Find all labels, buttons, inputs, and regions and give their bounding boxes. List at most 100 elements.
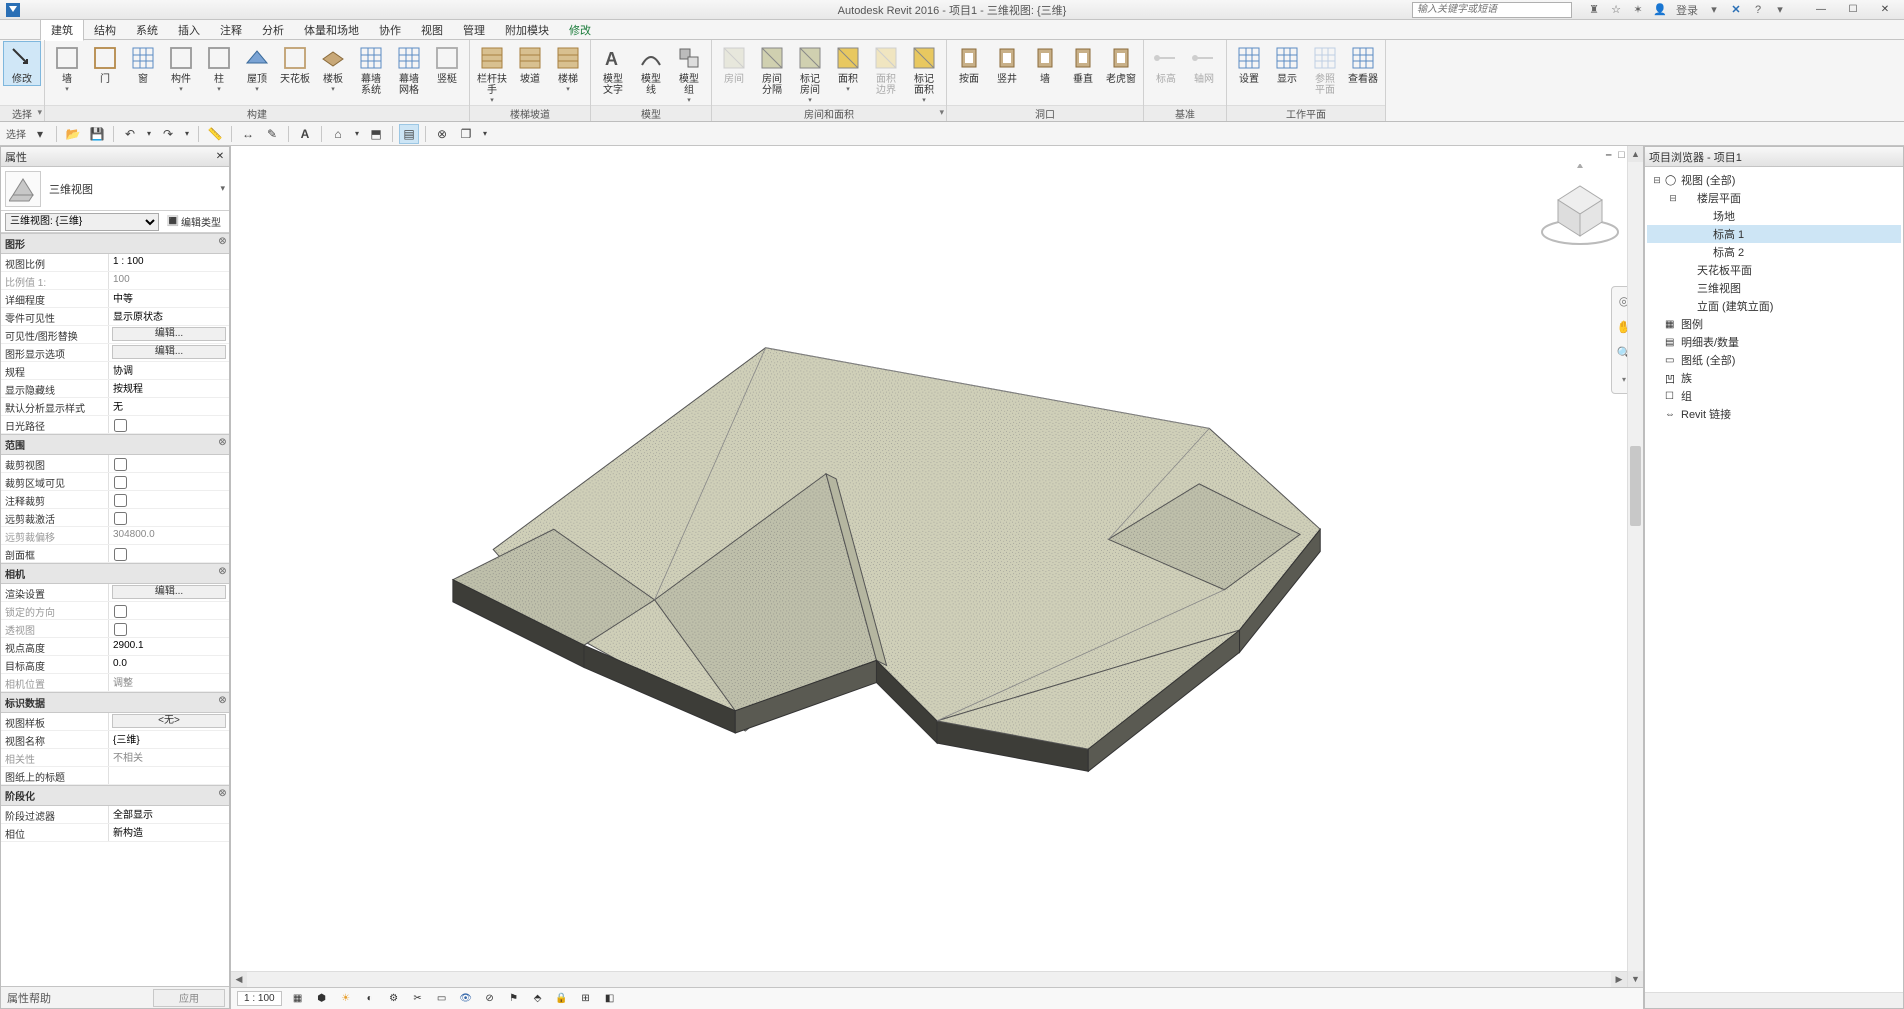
prop-checkbox[interactable] — [114, 494, 127, 507]
open-icon[interactable]: 📂 — [63, 124, 83, 144]
instance-selector[interactable]: 三维视图: {三维} — [5, 213, 159, 231]
ribbon-栏杆扶手-button[interactable]: 栏杆扶手▾ — [474, 42, 510, 104]
help-icon[interactable]: ? — [1748, 2, 1768, 18]
tree-node[interactable]: ⇔ Revit 链接 — [1647, 405, 1901, 423]
ribbon-幕墙-系统-button[interactable]: 幕墙 系统 — [353, 42, 389, 96]
tab-view[interactable]: 视图 — [411, 20, 453, 40]
select-dropdown-icon[interactable]: ▾ — [30, 124, 50, 144]
prop-value-input[interactable] — [112, 768, 226, 781]
tab-addins[interactable]: 附加模块 — [495, 20, 559, 40]
prop-value-input[interactable] — [112, 309, 226, 322]
analytical-icon[interactable]: ⊞ — [578, 991, 594, 1007]
prop-category[interactable]: 图形⮾ — [1, 233, 229, 254]
section-icon[interactable]: ⬒ — [366, 124, 386, 144]
prop-checkbox[interactable] — [114, 476, 127, 489]
ribbon-标记-面积-button[interactable]: 标记 面积▾ — [906, 42, 942, 104]
star-icon[interactable]: ☆ — [1606, 2, 1626, 18]
exchange-icon[interactable]: ✶ — [1628, 2, 1648, 18]
prop-category[interactable]: 阶段化⮾ — [1, 785, 229, 806]
help-search-input[interactable] — [1412, 2, 1572, 18]
ribbon-标高-button[interactable]: 标高 — [1148, 42, 1184, 85]
ribbon-门-button[interactable]: 门 — [87, 42, 123, 85]
ribbon-修改-button[interactable]: 修改 — [4, 42, 40, 85]
tree-node[interactable]: 标高 2 — [1647, 243, 1901, 261]
tree-node[interactable]: 天花板平面 — [1647, 261, 1901, 279]
browser-scrollbar-h[interactable] — [1645, 992, 1903, 1008]
tree-node[interactable]: 凹 族 — [1647, 369, 1901, 387]
ribbon-窗-button[interactable]: 窗 — [125, 42, 161, 85]
scroll-down-icon[interactable]: ▼ — [1628, 971, 1643, 987]
prop-category[interactable]: 标识数据⮾ — [1, 692, 229, 713]
ribbon-面积-边界-button[interactable]: 面积 边界 — [868, 42, 904, 96]
app-menu-button[interactable] — [4, 1, 22, 19]
ribbon-房间-分隔-button[interactable]: 房间 分隔 — [754, 42, 790, 96]
tree-twisty-icon[interactable]: ⊟ — [1667, 193, 1679, 204]
tree-node[interactable]: ▦ 图例 — [1647, 315, 1901, 333]
tab-analyze[interactable]: 分析 — [252, 20, 294, 40]
redo-icon[interactable]: ↷ — [158, 124, 178, 144]
prop-edit-button[interactable]: <无> — [112, 714, 226, 728]
tree-node[interactable]: 标高 1 — [1647, 225, 1901, 243]
prop-checkbox[interactable] — [114, 623, 127, 636]
edit-type-button[interactable]: 🔳编辑类型 — [163, 213, 225, 230]
prop-value-input[interactable] — [112, 291, 226, 304]
prop-value-input[interactable] — [112, 825, 226, 838]
ribbon-墙-button[interactable]: 墙 — [1027, 42, 1063, 85]
switch-dropdown-icon[interactable]: ▾ — [480, 124, 490, 144]
viewport-scrollbar-vertical[interactable]: ▲ ▼ — [1627, 146, 1643, 987]
undo-icon[interactable]: ↶ — [120, 124, 140, 144]
tree-node[interactable]: ▭ 图纸 (全部) — [1647, 351, 1901, 369]
shadows-icon[interactable]: ◐ — [362, 991, 378, 1007]
unhide-icon[interactable]: 👁 — [458, 991, 474, 1007]
type-dropdown-icon[interactable]: ▾ — [220, 183, 225, 194]
ribbon-查看器-button[interactable]: 查看器 — [1345, 42, 1381, 85]
ribbon-标记-房间-button[interactable]: 标记 房间▾ — [792, 42, 828, 104]
tree-node[interactable]: ▤ 明细表/数量 — [1647, 333, 1901, 351]
ribbon-构件-button[interactable]: 构件▾ — [163, 42, 199, 93]
ribbon-模型-组-button[interactable]: 模型 组▾ — [671, 42, 707, 104]
3d-viewport[interactable]: ━ ☐ ✕ ◎ ✋ 🔍 ▾ — [231, 146, 1643, 1009]
ribbon-显示-button[interactable]: 显示 — [1269, 42, 1305, 85]
tree-node[interactable]: 立面 (建筑立面) — [1647, 297, 1901, 315]
measure-icon[interactable]: 📏 — [205, 124, 225, 144]
prop-value-input[interactable] — [112, 399, 226, 412]
prop-checkbox[interactable] — [114, 512, 127, 525]
ribbon-面积-button[interactable]: 面积▾ — [830, 42, 866, 93]
help-dropdown-icon[interactable]: ▾ — [1770, 2, 1790, 18]
ribbon-竖井-button[interactable]: 竖井 — [989, 42, 1025, 85]
prop-value-input[interactable] — [112, 657, 226, 670]
ribbon-天花板-button[interactable]: 天花板 — [277, 42, 313, 85]
prop-edit-button[interactable]: 编辑... — [112, 345, 226, 359]
prop-checkbox[interactable] — [114, 419, 127, 432]
prop-value-input[interactable] — [112, 381, 226, 394]
maximize-button[interactable]: ☐ — [1838, 2, 1868, 18]
rendering-icon[interactable]: ⚙ — [386, 991, 402, 1007]
subscription-icon[interactable]: ♜ — [1584, 2, 1604, 18]
default-3d-icon[interactable]: ⌂ — [328, 124, 348, 144]
tree-twisty-icon[interactable]: ⊟ — [1651, 175, 1663, 186]
tab-insert[interactable]: 插入 — [168, 20, 210, 40]
reveal-icon[interactable]: ⚑ — [506, 991, 522, 1007]
prop-edit-button[interactable]: 编辑... — [112, 327, 226, 341]
minimize-button[interactable]: — — [1806, 2, 1836, 18]
ribbon-按面-button[interactable]: 按面 — [951, 42, 987, 85]
thin-lines-icon[interactable]: ▤ — [399, 124, 419, 144]
ribbon-幕墙-网格-button[interactable]: 幕墙 网格 — [391, 42, 427, 96]
prop-checkbox[interactable] — [114, 458, 127, 471]
close-cross-icon[interactable]: ✕ — [1726, 2, 1746, 18]
panel-expand-icon[interactable]: ▾ — [37, 107, 42, 118]
scroll-thumb-v[interactable] — [1630, 446, 1641, 526]
ribbon-楼梯-button[interactable]: 楼梯▾ — [550, 42, 586, 93]
tab-annotate[interactable]: 注释 — [210, 20, 252, 40]
redo-dropdown-icon[interactable]: ▾ — [182, 124, 192, 144]
scroll-right-icon[interactable]: ▶ — [1611, 972, 1627, 987]
panel-expand-icon[interactable]: ▾ — [939, 107, 944, 118]
highlight-icon[interactable]: ◧ — [602, 991, 618, 1007]
tree-node[interactable]: ⊟ ◯ 视图 (全部) — [1647, 171, 1901, 189]
ribbon-模型-文字-button[interactable]: A 模型 文字 — [595, 42, 631, 96]
tab-modify[interactable]: 修改 — [559, 20, 601, 40]
prop-value-input[interactable] — [112, 732, 226, 745]
ribbon-老虎窗-button[interactable]: 老虎窗 — [1103, 42, 1139, 85]
temp-hide-icon[interactable]: ⊘ — [482, 991, 498, 1007]
apply-button[interactable]: 应用 — [153, 989, 225, 1007]
